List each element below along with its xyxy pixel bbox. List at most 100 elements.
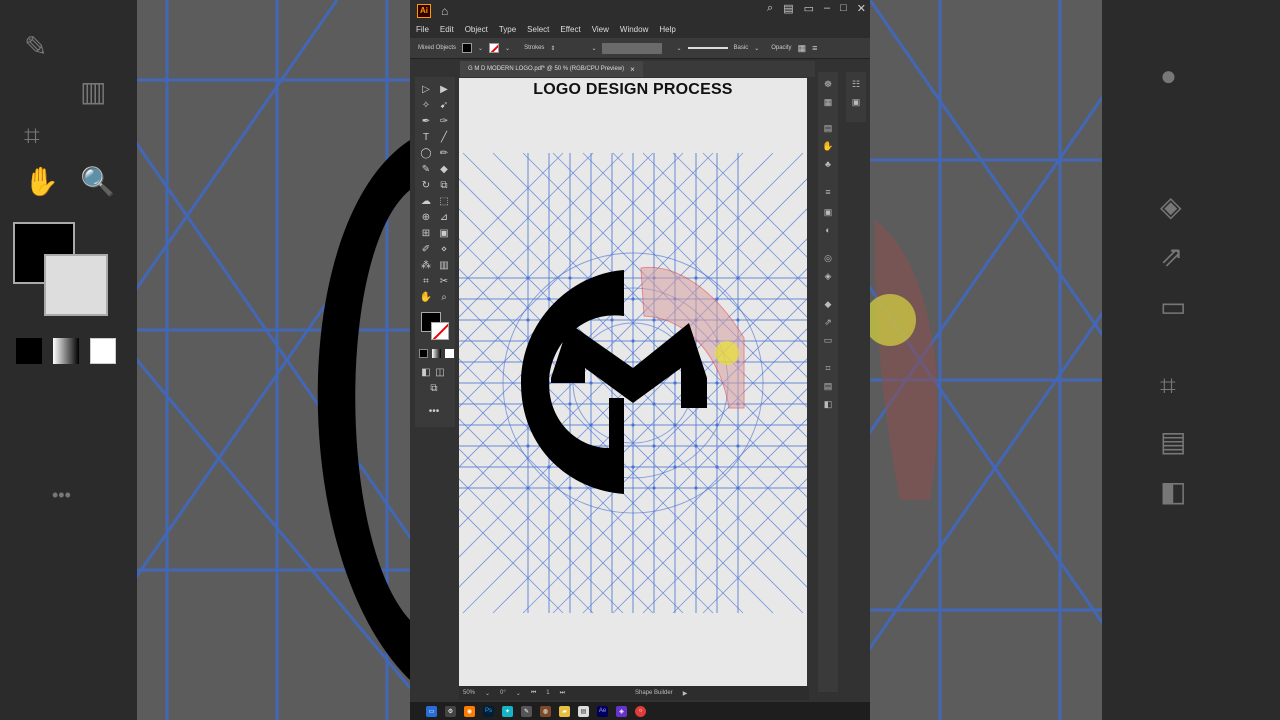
menu-help[interactable]: Help: [659, 25, 675, 34]
chevron-down-icon[interactable]: ⌄: [485, 690, 490, 697]
stroke-panel-icon[interactable]: ≡: [821, 186, 835, 198]
menu-type[interactable]: Type: [499, 25, 516, 34]
play-icon[interactable]: ▶: [683, 690, 688, 697]
search-icon[interactable]: ⌕: [767, 2, 773, 15]
panel-collapse-icon[interactable]: ▣: [849, 96, 863, 108]
chevron-down-icon[interactable]: ⌄: [591, 45, 596, 52]
brushes-icon[interactable]: ✋: [821, 140, 835, 152]
perspective-grid-icon[interactable]: ⊿: [437, 210, 451, 224]
asset-export-icon[interactable]: ⇗: [821, 316, 835, 328]
blend-tool-icon[interactable]: ⋄: [437, 242, 451, 256]
toolbox-stroke-swatch[interactable]: [431, 322, 449, 340]
panel-icon[interactable]: ▭: [804, 2, 814, 15]
menu-icon[interactable]: ≡: [812, 43, 817, 53]
libraries-icon[interactable]: ▦: [821, 96, 835, 108]
chevron-down-icon[interactable]: ⌄: [505, 45, 510, 52]
more-tools-icon[interactable]: •••: [427, 404, 441, 418]
taskbar-settings-icon[interactable]: ⚙: [445, 705, 456, 717]
shape-builder-icon[interactable]: ⊕: [419, 210, 433, 224]
taskbar-after-effects-icon[interactable]: Ae: [597, 705, 608, 717]
shaper-tool-icon[interactable]: ✎: [419, 162, 433, 176]
close-tab-icon[interactable]: ×: [630, 65, 635, 74]
panel-options-icon[interactable]: ☷: [849, 78, 863, 90]
taskbar-folder-icon[interactable]: ▰: [559, 705, 570, 717]
taskbar-photoshop-icon[interactable]: Ps: [483, 705, 494, 717]
variable-width-field[interactable]: [602, 42, 663, 54]
properties-icon[interactable]: ☸: [821, 78, 835, 90]
selection-tool-icon[interactable]: ▷: [419, 82, 433, 96]
graphic-styles-icon[interactable]: ◈: [821, 270, 835, 282]
screen-mode-icon[interactable]: ⧉: [427, 381, 441, 395]
color-mode-icon[interactable]: [419, 349, 428, 358]
transparency-icon[interactable]: ◐: [821, 224, 835, 236]
hand-tool-icon[interactable]: ✋: [419, 290, 433, 304]
chevron-down-icon[interactable]: ⌄: [676, 45, 681, 52]
menu-view[interactable]: View: [592, 25, 609, 34]
opacity-label[interactable]: Opacity: [771, 45, 791, 51]
taskbar-app-icon[interactable]: ✦: [502, 705, 513, 717]
rotation-value[interactable]: 0°: [500, 690, 506, 696]
gradient-mode-icon[interactable]: [432, 349, 441, 358]
eraser-tool-icon[interactable]: ◆: [437, 162, 451, 176]
brush-preview[interactable]: [687, 47, 728, 49]
ellipse-tool-icon[interactable]: ◯: [419, 146, 433, 160]
taskbar-browser-icon[interactable]: ◍: [540, 705, 551, 717]
curvature-tool-icon[interactable]: ✑: [437, 114, 451, 128]
align-icon[interactable]: ▦: [798, 43, 807, 54]
symbols-icon[interactable]: ♣: [821, 158, 835, 170]
taskbar-blender-icon[interactable]: ◉: [464, 705, 475, 717]
free-transform-icon[interactable]: ⬚: [437, 194, 451, 208]
mesh-tool-icon[interactable]: ⊞: [419, 226, 433, 240]
taskbar-desktop-icon[interactable]: ▭: [426, 705, 437, 717]
magic-wand-icon[interactable]: ✧: [419, 98, 433, 112]
pen-tool-icon[interactable]: ✒: [419, 114, 433, 128]
swatches-icon[interactable]: ▤: [821, 122, 835, 134]
gradient-panel-icon[interactable]: ▣: [821, 206, 835, 218]
none-mode-icon[interactable]: [445, 349, 454, 358]
align-panel-icon[interactable]: ▤: [821, 380, 835, 392]
draw-behind-icon[interactable]: ◫: [433, 365, 447, 379]
warp-tool-icon[interactable]: ☁: [419, 194, 433, 208]
menu-select[interactable]: Select: [527, 25, 549, 34]
stepper-icon[interactable]: ⇕: [550, 45, 555, 52]
zoom-level[interactable]: 50%: [463, 690, 475, 696]
chevron-down-icon[interactable]: ⌄: [478, 45, 483, 52]
last-artboard-icon[interactable]: ⏭: [560, 690, 565, 697]
pathfinder-icon[interactable]: ◧: [821, 398, 835, 410]
symbol-sprayer-icon[interactable]: ⁂: [419, 258, 433, 272]
menu-window[interactable]: Window: [620, 25, 648, 34]
paintbrush-icon[interactable]: ✏: [437, 146, 451, 160]
first-artboard-icon[interactable]: ⏮: [531, 690, 536, 697]
menu-effect[interactable]: Effect: [560, 25, 580, 34]
chevron-down-icon[interactable]: ⌄: [516, 690, 521, 697]
line-tool-icon[interactable]: ╱: [437, 130, 451, 144]
slice-tool-icon[interactable]: ✂: [437, 274, 451, 288]
maximize-icon[interactable]: □: [840, 2, 847, 15]
close-icon[interactable]: ✕: [857, 2, 866, 15]
menu-file[interactable]: File: [416, 25, 429, 34]
menu-edit[interactable]: Edit: [440, 25, 454, 34]
artboards-icon[interactable]: ▭: [821, 334, 835, 346]
lasso-icon[interactable]: ➹: [437, 98, 451, 112]
chevron-down-icon[interactable]: ⌄: [754, 45, 759, 52]
brush-label[interactable]: Basic: [734, 45, 749, 51]
artboard-tool-icon[interactable]: ⌗: [419, 274, 433, 288]
minimize-icon[interactable]: –: [824, 2, 830, 15]
rotate-tool-icon[interactable]: ↻: [419, 178, 433, 192]
transform-icon[interactable]: ⌗: [821, 362, 835, 374]
direct-selection-tool-icon[interactable]: ▶: [437, 82, 451, 96]
artboard-canvas[interactable]: LOGO DESIGN PROCESS: [459, 78, 807, 686]
stroke-swatch[interactable]: [489, 43, 500, 53]
taskbar-tool-icon[interactable]: ✎: [521, 705, 532, 717]
eyedropper-icon[interactable]: ✐: [419, 242, 433, 256]
taskbar-media-icon[interactable]: ◈: [616, 705, 627, 717]
appearance-icon[interactable]: ◎: [821, 252, 835, 264]
fill-swatch[interactable]: [462, 43, 473, 53]
artboard-number[interactable]: 1: [546, 690, 549, 696]
type-tool-icon[interactable]: T: [419, 130, 433, 144]
draw-normal-icon[interactable]: ◧: [419, 365, 433, 379]
menu-object[interactable]: Object: [465, 25, 488, 34]
layers-icon[interactable]: ◆: [821, 298, 835, 310]
zoom-tool-icon[interactable]: ⌕: [437, 290, 451, 304]
arrange-icon[interactable]: ▤: [783, 2, 793, 15]
